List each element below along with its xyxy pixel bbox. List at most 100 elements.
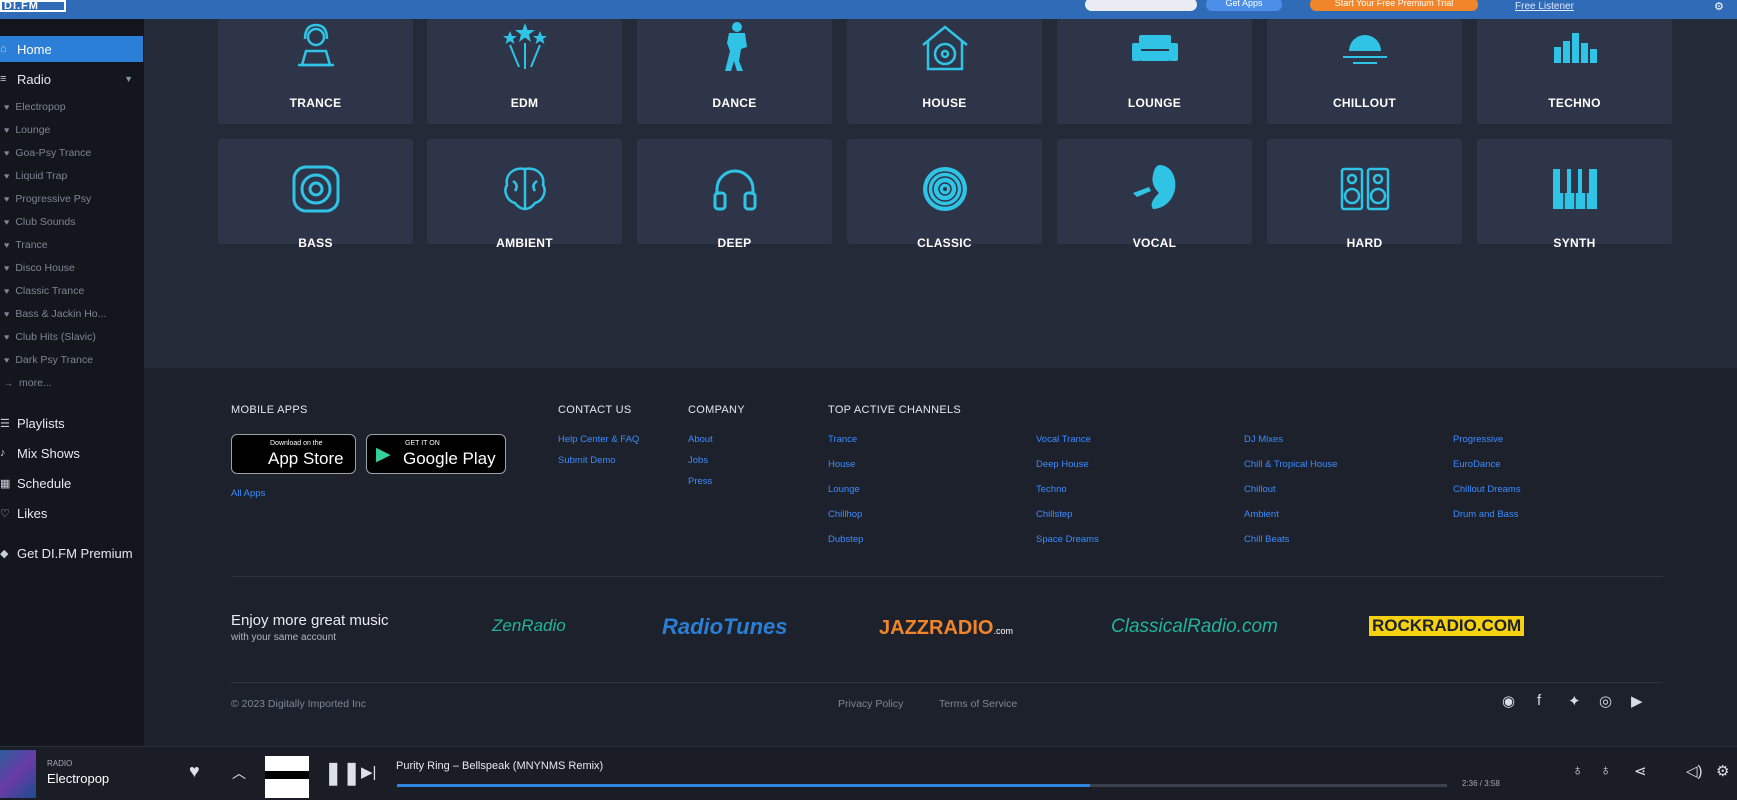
genre-tile-synth[interactable]: SYNTH: [1477, 139, 1672, 250]
rockradio-logo[interactable]: ROCKRADIO.COM: [1369, 616, 1525, 636]
channel-link[interactable]: House: [828, 459, 855, 470]
like-heart-icon[interactable]: ♥: [189, 761, 200, 782]
channel-goa-psy-trance[interactable]: ♥ Goa-Psy Trance: [4, 147, 91, 159]
genre-tile-house[interactable]: HOUSE: [847, 19, 1042, 124]
channel-club-hits-slavic[interactable]: ♥ Club Hits (Slavic): [4, 331, 96, 343]
genre-tile-lounge[interactable]: LOUNGE: [1057, 19, 1252, 124]
channel-link[interactable]: Trance: [828, 434, 857, 445]
channel-link[interactable]: Chillout Dreams: [1453, 484, 1521, 495]
get-apps-button[interactable]: Get Apps: [1206, 0, 1282, 11]
jobs-link[interactable]: Jobs: [688, 455, 708, 466]
genre-tile-deep[interactable]: DEEP: [637, 139, 832, 250]
sidebar-item-likes[interactable]: ♡ Likes: [0, 500, 143, 526]
all-apps-link[interactable]: All Apps: [231, 488, 265, 499]
genre-tile-classic[interactable]: CLASSIC: [847, 139, 1042, 250]
press-link[interactable]: Press: [688, 476, 712, 487]
channel-link[interactable]: EuroDance: [1453, 459, 1501, 470]
di-fm-logo[interactable]: DI.FM: [0, 0, 66, 12]
sidebar-item-mix-shows[interactable]: ♪ Mix Shows: [0, 440, 143, 466]
help-center-link[interactable]: Help Center & FAQ: [558, 434, 639, 445]
genre-tile-dance[interactable]: DANCE: [637, 19, 832, 124]
sidebar-item-playlists[interactable]: ☰ Playlists: [0, 410, 143, 436]
app-store-small-text: Download on the: [270, 440, 323, 447]
discord-icon[interactable]: ◉: [1502, 692, 1515, 710]
sidebar-item-premium[interactable]: ◆ Get DI.FM Premium: [0, 540, 143, 566]
company-heading: COMPANY: [688, 404, 745, 416]
thumbs-down-icon[interactable]: ♁: [1600, 762, 1611, 779]
channel-link[interactable]: Chillhop: [828, 509, 862, 520]
youtube-icon[interactable]: ▶: [1631, 692, 1643, 710]
progress-bar[interactable]: [397, 784, 1447, 787]
classicalradio-logo[interactable]: ClassicalRadio.com: [1111, 616, 1278, 638]
thumbs-up-icon[interactable]: ♁: [1572, 762, 1583, 779]
channel-link[interactable]: Space Dreams: [1036, 534, 1099, 545]
genre-tile-trance[interactable]: TRANCE: [218, 19, 413, 124]
search-input[interactable]: [1085, 0, 1197, 11]
channel-liquid-trap[interactable]: ♥ Liquid Trap: [4, 170, 67, 182]
channel-link[interactable]: Ambient: [1244, 509, 1279, 520]
privacy-policy-link[interactable]: Privacy Policy: [838, 698, 903, 710]
channel-electropop[interactable]: ♥ Electropop: [4, 101, 66, 113]
settings-gear-icon[interactable]: ⚙: [1714, 0, 1724, 13]
genre-label: LOUNGE: [1127, 96, 1182, 110]
channel-progressive-psy[interactable]: ♥ Progressive Psy: [4, 193, 91, 205]
genre-tile-edm[interactable]: EDM: [427, 19, 622, 124]
channel-classic-trance[interactable]: ♥ Classic Trance: [4, 285, 84, 297]
channel-link[interactable]: DJ Mixes: [1244, 434, 1283, 445]
more-channels-link[interactable]: → more...: [4, 377, 52, 389]
google-play-button[interactable]: ▶ GET IT ON Google Play: [366, 434, 506, 474]
radiotunes-logo[interactable]: RadioTunes: [662, 614, 788, 640]
free-trial-button[interactable]: Start Your Free Premium Trial: [1310, 0, 1478, 11]
jazzradio-logo[interactable]: JAZZRADIO.com: [879, 617, 1013, 640]
sidebar-item-radio[interactable]: ≡ Radio ▼: [0, 66, 143, 92]
track-thumbnail[interactable]: [265, 756, 309, 798]
share-icon[interactable]: ⋖: [1634, 762, 1647, 780]
player-channel-name[interactable]: Electropop: [47, 771, 109, 786]
channel-link[interactable]: Techno: [1036, 484, 1067, 495]
channel-lounge[interactable]: ♥ Lounge: [4, 124, 50, 136]
channel-link[interactable]: Chill & Tropical House: [1244, 459, 1337, 470]
genre-tile-chillout[interactable]: CHILLOUT: [1267, 19, 1462, 124]
channel-link[interactable]: Chillstep: [1036, 509, 1072, 520]
twitter-icon[interactable]: ✦: [1568, 692, 1581, 710]
channel-link[interactable]: Drum and Bass: [1453, 509, 1518, 520]
app-store-button[interactable]: Download on the App Store: [231, 434, 356, 474]
skip-next-icon[interactable]: ▶|: [361, 763, 376, 781]
channel-artwork[interactable]: [0, 750, 36, 798]
sidebar-item-schedule[interactable]: ▦ Schedule: [0, 470, 143, 496]
genre-tile-techno[interactable]: TECHNO: [1477, 19, 1672, 124]
free-listener-link[interactable]: Free Listener: [1515, 1, 1574, 12]
channel-trance[interactable]: ♥ Trance: [4, 239, 48, 251]
volume-icon[interactable]: ◁): [1686, 762, 1703, 780]
channel-link[interactable]: Chillout: [1244, 484, 1276, 495]
submit-demo-link[interactable]: Submit Demo: [558, 455, 616, 466]
channel-link[interactable]: Deep House: [1036, 459, 1089, 470]
channel-link[interactable]: Lounge: [828, 484, 860, 495]
pause-icon[interactable]: ❚❚: [324, 760, 361, 786]
channel-link[interactable]: Dubstep: [828, 534, 863, 545]
genre-tile-ambient[interactable]: AMBIENT: [427, 139, 622, 250]
settings-gear-icon[interactable]: ⚙: [1716, 762, 1729, 780]
zenradio-logo[interactable]: ZenRadio: [492, 616, 566, 636]
terms-of-service-link[interactable]: Terms of Service: [939, 698, 1017, 710]
stars-icon: [503, 23, 547, 69]
channel-club-sounds[interactable]: ♥ Club Sounds: [4, 216, 75, 228]
channel-link[interactable]: Progressive: [1453, 434, 1503, 445]
sidebar-item-label: Get DI.FM Premium: [17, 545, 133, 561]
instagram-icon[interactable]: ◎: [1599, 692, 1612, 710]
genre-tile-vocal[interactable]: VOCAL: [1057, 139, 1252, 250]
arrow-right-icon: →: [4, 378, 13, 388]
channel-dark-psy-trance[interactable]: ♥ Dark Psy Trance: [4, 354, 93, 366]
genre-label: TECHNO: [1548, 96, 1601, 110]
about-link[interactable]: About: [688, 434, 713, 445]
sidebar-item-home[interactable]: ⌂ Home: [0, 36, 143, 62]
channel-link[interactable]: Vocal Trance: [1036, 434, 1091, 445]
channel-link[interactable]: Chill Beats: [1244, 534, 1289, 545]
headphones-icon: [713, 169, 757, 211]
facebook-icon[interactable]: f: [1537, 692, 1541, 709]
genre-tile-bass[interactable]: BASS: [218, 139, 413, 250]
channel-bass-jackin-house[interactable]: ♥ Bass & Jackin Ho...: [4, 308, 106, 320]
chevron-up-icon[interactable]: ︿: [232, 763, 246, 783]
channel-disco-house[interactable]: ♥ Disco House: [4, 262, 75, 274]
genre-tile-hard[interactable]: HARD: [1267, 139, 1462, 250]
